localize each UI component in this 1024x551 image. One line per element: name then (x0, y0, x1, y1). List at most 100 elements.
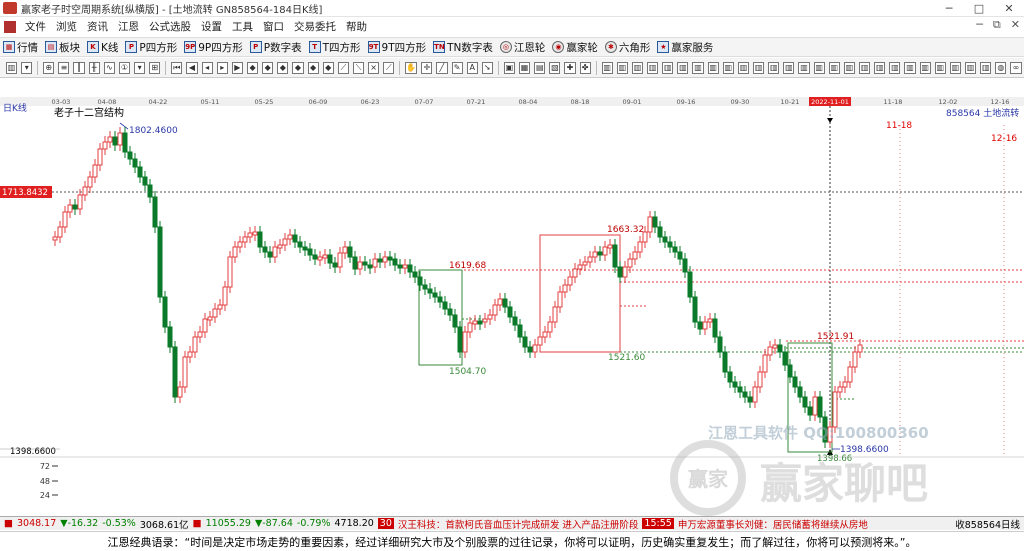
diamond-1-icon[interactable]: ◆ (246, 61, 259, 74)
diamond-6-icon[interactable]: ◆ (322, 61, 334, 74)
chart-9-icon[interactable]: ▥ (722, 61, 734, 74)
chart-2-icon[interactable]: ▥ (616, 61, 628, 74)
tool-b-icon[interactable]: ✤ (579, 61, 591, 74)
menu-tools[interactable]: 工具 (227, 19, 258, 34)
candle-icon[interactable]: ┃ (73, 61, 85, 74)
text-icon[interactable]: A (466, 61, 478, 74)
chart-24-icon[interactable]: ▥ (949, 61, 962, 74)
minimize-button[interactable]: ─ (934, 0, 964, 17)
menu-browse[interactable]: 浏览 (51, 19, 82, 34)
mdi-restore-button[interactable]: ⧉ (993, 18, 1001, 32)
toolbar-quotes-button[interactable]: ▦ 行情 (0, 40, 42, 55)
menu-formula[interactable]: 公式选股 (144, 19, 196, 34)
diamond-4-icon[interactable]: ◆ (292, 61, 304, 74)
crosshair-icon[interactable]: ✛ (421, 61, 433, 74)
next-bar-icon[interactable]: ▶ (231, 61, 243, 74)
chart-22-icon[interactable]: ▥ (919, 61, 931, 74)
menu-file[interactable]: 文件 (20, 19, 51, 34)
prev-bar-icon[interactable]: ◀ (186, 61, 198, 74)
draw-line-icon[interactable]: ╱ (436, 61, 448, 74)
chart-12-icon[interactable]: ▥ (768, 61, 780, 74)
fan-1-icon[interactable]: ⟋ (337, 61, 349, 74)
calendar-icon[interactable]: ▣ (503, 61, 516, 74)
kline-chart[interactable]: 03-03 04-08 04-22 05-11 05-25 06-09 06-23 07-07… (0, 97, 1024, 515)
toolbar-p-table-button[interactable]: P P数字表 (247, 40, 306, 55)
globe-icon[interactable]: ◍ (995, 61, 1007, 74)
toolbar-hexagon-button[interactable]: ✱ 六角形 (602, 40, 655, 55)
hand-icon[interactable]: ✋ (405, 61, 418, 74)
fan-3-icon[interactable]: ⨯ (368, 61, 380, 74)
chart-19-icon[interactable]: ▥ (874, 61, 886, 74)
dropdown-icon[interactable]: ▾ (134, 61, 146, 74)
chart-10-icon[interactable]: ▥ (737, 61, 750, 74)
bars-icon[interactable]: ╫ (88, 61, 100, 74)
toolbar-9t-square-button[interactable]: 9T 9T四方形 (365, 40, 431, 55)
diamond-2-icon[interactable]: ◆ (262, 61, 274, 74)
chart-17-icon[interactable]: ▥ (843, 61, 856, 74)
chart-13-icon[interactable]: ▥ (783, 61, 795, 74)
arrow-icon[interactable]: ➘ (481, 61, 493, 74)
chart-25-icon[interactable]: ▥ (965, 61, 977, 74)
diamond-5-icon[interactable]: ◆ (307, 61, 319, 74)
chart-21-icon[interactable]: ▥ (904, 61, 916, 74)
chart-6-icon[interactable]: ▥ (677, 61, 689, 74)
close-button[interactable]: ✕ (994, 0, 1024, 17)
menu-trade[interactable]: 交易委托 (289, 19, 341, 34)
sz-index-value[interactable]: 11055.29 (206, 518, 251, 529)
chart-7-icon[interactable]: ▥ (692, 61, 704, 74)
chart-23-icon[interactable]: ▥ (934, 61, 946, 74)
compare-icon[interactable]: ≡ (58, 61, 70, 74)
gann-box-2[interactable] (539, 234, 621, 353)
mdi-close-button[interactable]: ✕ (1011, 18, 1020, 32)
menu-window[interactable]: 窗口 (258, 19, 289, 34)
chart-1-icon[interactable]: ▥ (601, 61, 613, 74)
link-icon[interactable]: ∞ (1010, 61, 1022, 74)
chart-3-icon[interactable]: ▥ (631, 61, 644, 74)
chart-14-icon[interactable]: ▥ (798, 61, 810, 74)
chart-26-icon[interactable]: ▥ (980, 61, 992, 74)
toolbar-t-square-button[interactable]: T T四方形 (306, 40, 365, 55)
maximize-button[interactable]: □ (964, 0, 994, 17)
toolbar-kline-button[interactable]: K K线 (84, 40, 122, 55)
fan-4-icon[interactable]: ⟋ (383, 61, 395, 74)
chart-16-icon[interactable]: ▥ (828, 61, 840, 74)
chart-8-icon[interactable]: ▥ (707, 61, 719, 74)
first-bar-icon[interactable]: ⏮ (171, 61, 183, 74)
toolbar-tn-table-button[interactable]: TN TN数字表 (430, 40, 497, 55)
chart-18-icon[interactable]: ▥ (859, 61, 871, 74)
play-left-icon[interactable]: ◂ (201, 61, 213, 74)
news-item-1[interactable]: 汉王科技：首款柯氏音血压计完成研发 进入产品注册阶段 (398, 517, 639, 531)
sh-index-value[interactable]: 3048.17 (17, 518, 56, 529)
toolbar-p-square-button[interactable]: P P四方形 (122, 40, 181, 55)
menu-info[interactable]: 资讯 (82, 19, 113, 34)
layout-icon[interactable]: ▥ (6, 61, 18, 74)
save-icon[interactable]: ▦ (519, 61, 531, 74)
menu-settings[interactable]: 设置 (196, 19, 227, 34)
export-icon[interactable]: ▧ (549, 61, 561, 74)
toolbar-gann-wheel-button[interactable]: ◎ 江恩轮 (497, 40, 550, 55)
fan-2-icon[interactable]: ⟍ (352, 61, 365, 74)
play-right-icon[interactable]: ▸ (216, 61, 228, 74)
chart-11-icon[interactable]: ▥ (753, 61, 765, 74)
toolbar-service-button[interactable]: ★ 赢家服务 (654, 40, 717, 55)
period-icon[interactable]: ① (118, 61, 131, 74)
tool-a-icon[interactable]: ✚ (564, 61, 576, 74)
menu-help[interactable]: 帮助 (341, 19, 372, 34)
print-icon[interactable]: ▤ (534, 61, 546, 74)
chart-type-icon[interactable]: ▾ (21, 61, 33, 74)
line-icon[interactable]: ∿ (103, 61, 115, 74)
mdi-minimize-button[interactable]: ─ (976, 18, 983, 32)
toolbar-sectors-button[interactable]: ▤ 板块 (42, 40, 84, 55)
chart-5-icon[interactable]: ▥ (662, 61, 674, 74)
chart-15-icon[interactable]: ▥ (813, 61, 825, 74)
news-item-2[interactable]: 申万宏源董事长刘健：居民储蓄将继续从房地 (678, 517, 868, 531)
chart-4-icon[interactable]: ▥ (647, 61, 659, 74)
toolbar-winner-wheel-button[interactable]: ◉ 赢家轮 (549, 40, 602, 55)
diamond-3-icon[interactable]: ◆ (277, 61, 289, 74)
menu-gann[interactable]: 江恩 (113, 19, 144, 34)
chart-20-icon[interactable]: ▥ (889, 61, 901, 74)
erase-icon[interactable]: ✎ (451, 61, 463, 74)
indicator-icon[interactable]: ⊕ (43, 61, 55, 74)
zoom-icon[interactable]: ⊞ (149, 61, 161, 74)
toolbar-9p-square-button[interactable]: 9P 9P四方形 (181, 40, 247, 55)
